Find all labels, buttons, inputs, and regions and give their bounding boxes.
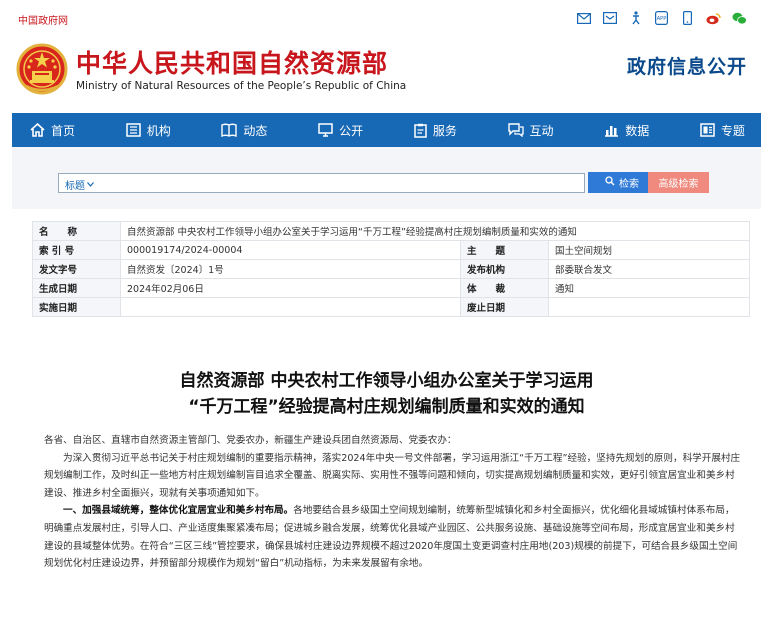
service-icon <box>414 123 427 138</box>
weibo-icon[interactable] <box>706 11 721 25</box>
meta-genre-value: 通知 <box>547 278 751 298</box>
search-area: 标题 检索 高级检索 <box>12 147 761 209</box>
meta-date-label: 生成日期 <box>32 278 121 298</box>
nav-label: 专题 <box>720 123 745 138</box>
meta-repeal-value <box>547 297 751 317</box>
top-icon-group: APP <box>576 11 747 25</box>
article-salutation: 各省、自治区、直辖市自然资源主管部门、党委农办，新疆生产建设兵团自然资源局、党委… <box>44 435 457 446</box>
org-icon <box>125 123 141 137</box>
article-title-line1: 自然资源部 中央农村工作领导小组办公室关于学习运用 <box>179 371 594 391</box>
advanced-search-button[interactable]: 高级检索 <box>648 172 709 193</box>
wechat-icon[interactable] <box>732 11 747 25</box>
meta-doc-no-label: 发文字号 <box>32 259 121 279</box>
document-meta-table: 名 称 自然资源部 中央农村工作领导小组办公室关于学习运用“千万工程”经验提高村… <box>32 221 751 317</box>
home-icon <box>30 123 45 137</box>
article-body: 各省、自治区、直辖市自然资源主管部门、党委农办，新疆生产建设兵团自然资源局、党委… <box>44 432 744 573</box>
meta-date-value: 2024年02月06日 <box>120 278 461 298</box>
nav-label: 服务 <box>432 123 457 138</box>
nav-item-topic[interactable]: 专题 <box>700 122 745 139</box>
meta-issuer-value: 部委联合发文 <box>547 259 751 279</box>
meta-effective-value <box>120 297 461 317</box>
table-row: 索 引 号 000019174/2024-00004 主 题 国土空间规划 <box>32 240 751 260</box>
meta-repeal-label: 废止日期 <box>460 297 549 317</box>
search-scope-select[interactable]: 标题 <box>65 177 94 192</box>
table-row: 生成日期 2024年02月06日 体 裁 通知 <box>32 278 751 298</box>
gov-info-title: 政府信息公开 <box>626 56 747 78</box>
table-row: 实施日期 废止日期 <box>32 297 751 317</box>
news-icon <box>221 123 238 137</box>
chat-icon <box>507 123 524 137</box>
table-row: 发文字号 自然资发〔2024〕1号 发布机构 部委联合发文 <box>32 259 751 279</box>
nav-label: 互动 <box>529 123 554 138</box>
nav-item-service[interactable]: 服务 <box>414 122 457 139</box>
nav-item-home[interactable]: 首页 <box>30 122 75 139</box>
nav-label: 公开 <box>339 123 364 138</box>
search-scope-label: 标题 <box>65 181 85 192</box>
site-header: 中华人民共和国自然资源部 Ministry of Natural Resourc… <box>0 32 773 112</box>
national-emblem-icon <box>16 42 68 98</box>
section-heading: 一、加强县域统筹，整体优化宜居宜业和美乡村布局。 <box>63 505 294 517</box>
svg-text:APP: APP <box>657 16 666 22</box>
meta-issuer-label: 发布机构 <box>460 259 549 279</box>
app-icon[interactable]: APP <box>654 11 669 25</box>
search-input[interactable] <box>99 174 579 192</box>
ministry-name-en: Ministry of Natural Resources of the Peo… <box>76 80 407 92</box>
nav-item-interact[interactable]: 互动 <box>507 122 554 139</box>
article-paragraph: 一、加强县域统筹，整体优化宜居宜业和美乡村布局。各地要结合县乡级国土空间规划编制… <box>44 502 744 572</box>
ministry-name-cn: 中华人民共和国自然资源部 <box>76 49 389 78</box>
nav-item-org[interactable]: 机构 <box>125 122 171 139</box>
accessibility-icon[interactable] <box>628 11 643 25</box>
search-box: 标题 <box>58 173 585 193</box>
nav-item-news[interactable]: 动态 <box>221 122 267 139</box>
article-title-line2: “千万工程”经验提高村庄规划编制质量和实效的通知 <box>188 397 585 417</box>
email-icon[interactable] <box>602 11 617 25</box>
top-bar: 中国政府网 APP <box>0 0 773 32</box>
nav-item-public[interactable]: 公开 <box>318 122 363 139</box>
search-button-label: 检索 <box>619 179 639 190</box>
meta-subject-value: 国土空间规划 <box>547 240 751 260</box>
table-row: 名 称 自然资源部 中央农村工作领导小组办公室关于学习运用“千万工程”经验提高村… <box>32 221 751 241</box>
meta-subject-label: 主 题 <box>460 240 549 260</box>
mobile-icon[interactable] <box>680 11 695 25</box>
chart-icon <box>604 123 619 137</box>
article-paragraph: 为深入贯彻习近平总书记关于村庄规划编制的重要指示精神，落实2024年中央一号文件… <box>44 452 741 499</box>
article-title: 自然资源部 中央农村工作领导小组办公室关于学习运用 “千万工程”经验提高村庄规划… <box>0 368 773 420</box>
main-nav: 首页 机构 动态 公开 服务 互动 数据 专题 <box>12 113 761 147</box>
chevron-down-icon <box>87 179 94 190</box>
meta-index-value: 000019174/2024-00004 <box>120 240 461 260</box>
meta-effective-label: 实施日期 <box>32 297 121 317</box>
meta-name-label: 名 称 <box>32 221 121 241</box>
meta-name-value: 自然资源部 中央农村工作领导小组办公室关于学习运用“千万工程”经验提高村庄规划编… <box>119 221 751 241</box>
meta-genre-label: 体 裁 <box>460 278 549 298</box>
nav-label: 数据 <box>625 123 650 138</box>
nav-label: 首页 <box>51 123 76 138</box>
nav-item-data[interactable]: 数据 <box>604 122 649 139</box>
topic-icon <box>700 123 715 137</box>
meta-index-label: 索 引 号 <box>32 240 121 260</box>
gov-portal-link[interactable]: 中国政府网 <box>18 12 68 27</box>
search-button[interactable]: 检索 <box>588 172 656 193</box>
mail-icon[interactable] <box>576 11 591 25</box>
meta-doc-no-value: 自然资发〔2024〕1号 <box>120 259 461 279</box>
nav-label: 动态 <box>243 123 268 138</box>
search-icon <box>605 176 615 189</box>
nav-label: 机构 <box>146 123 171 138</box>
monitor-icon <box>318 123 333 137</box>
